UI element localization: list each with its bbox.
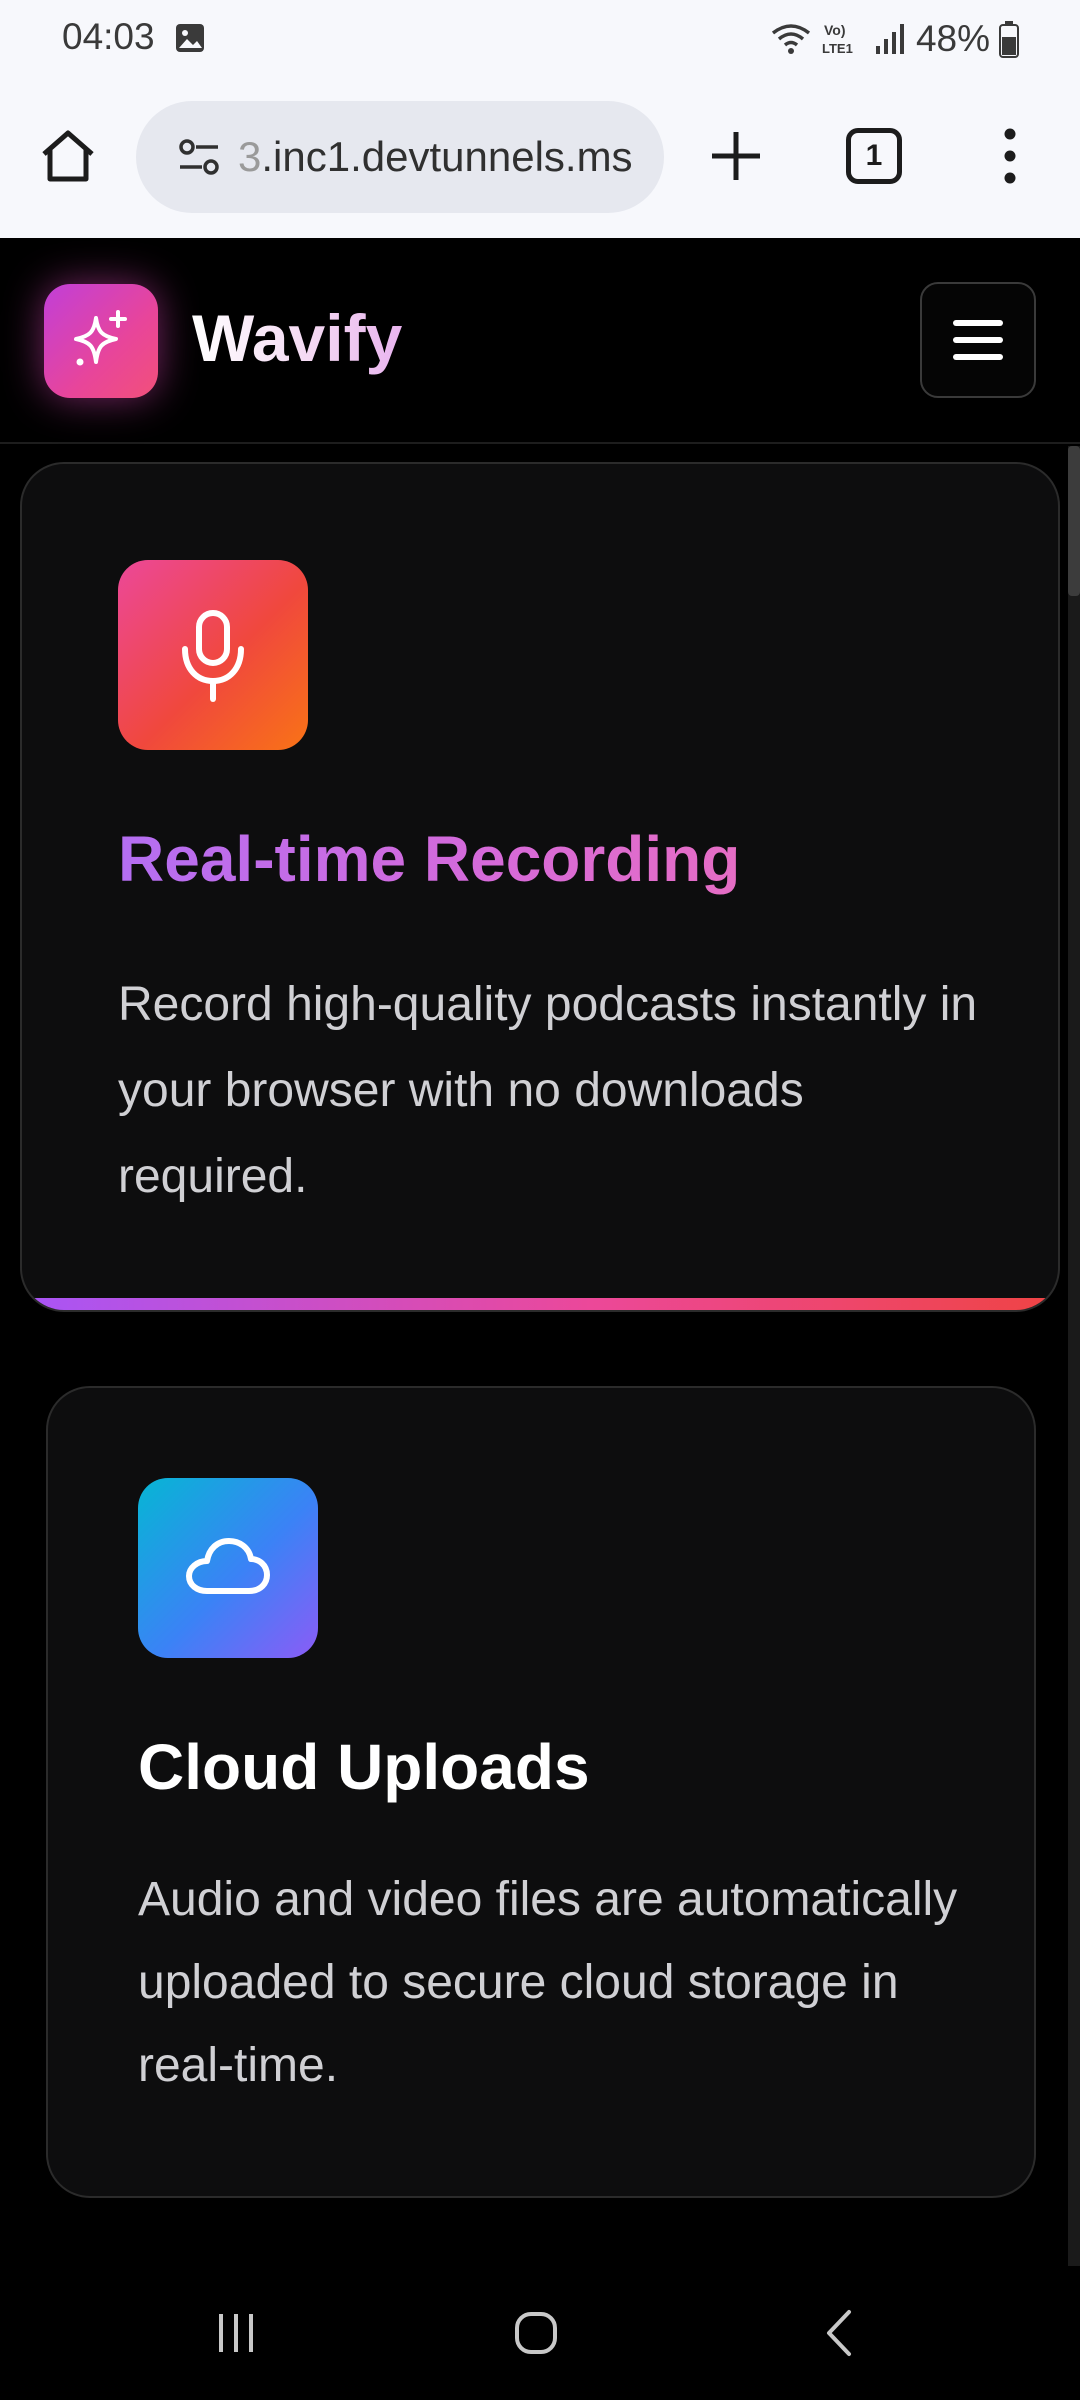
battery-icon [999, 21, 1019, 58]
status-time: 04:03 [62, 16, 155, 57]
url-text[interactable]: 3.inc1.devtunnels.ms [238, 133, 658, 181]
tabs-icon[interactable]: 1 [846, 128, 902, 184]
back-nav-button[interactable] [800, 2300, 880, 2366]
browser-toolbar: 3.inc1.devtunnels.ms 1 [0, 78, 1080, 238]
home-button[interactable] [36, 124, 100, 188]
brand-name[interactable]: Wavify [192, 300, 402, 376]
back-icon [827, 2310, 851, 2356]
battery-percent: 48% [915, 18, 990, 59]
feature-icon-box [118, 560, 308, 750]
hamburger-icon [953, 320, 1003, 326]
url-text-faded: 3 [238, 133, 262, 180]
hamburger-icon-line [953, 337, 1003, 343]
logo[interactable] [44, 284, 158, 398]
feature-card-recording: Real-time Recording Record high-quality … [20, 462, 1060, 1312]
status-icons: Vo) LTE1 48% [770, 14, 1020, 64]
home-nav-button[interactable] [496, 2300, 576, 2366]
feature-title: Cloud Uploads [138, 1731, 590, 1803]
recent-apps-button[interactable] [196, 2300, 276, 2366]
more-vert-icon[interactable] [990, 124, 1030, 188]
cloud-icon [186, 1538, 270, 1594]
feature-card-cloud: Cloud Uploads Audio and video files are … [46, 1386, 1036, 2198]
sparkles-icon [74, 310, 127, 366]
svg-text:LTE1: LTE1 [822, 41, 853, 56]
image-icon [176, 24, 204, 52]
address-bar[interactable]: 3.inc1.devtunnels.ms [136, 101, 664, 213]
feature-title: Real-time Recording [118, 823, 741, 895]
svg-text:Vo): Vo) [824, 22, 846, 38]
system-nav-bar [0, 2266, 1080, 2400]
wifi-icon [771, 24, 811, 54]
scrollbar-thumb[interactable] [1068, 446, 1080, 596]
gradient-underline [22, 1298, 1058, 1310]
site-header: Wavify [0, 238, 1080, 444]
recent-apps-icon [219, 2314, 253, 2352]
feature-icon-box [138, 1478, 318, 1658]
signal-icon [875, 24, 904, 54]
menu-button[interactable] [920, 282, 1036, 398]
home-icon [42, 130, 94, 182]
tab-count: 1 [865, 139, 883, 172]
feature-description: Audio and video files are automatically … [138, 1873, 958, 2092]
url-text-main: .inc1.devtunnels.ms [261, 133, 633, 180]
status-bar: 04:03 Vo) LTE1 48% [0, 0, 1080, 78]
volte-icon: Vo) LTE1 [822, 22, 853, 56]
microphone-icon [182, 610, 244, 702]
site-settings-icon[interactable] [176, 134, 222, 180]
hamburger-icon-line [953, 354, 1003, 360]
scrollbar-track[interactable] [1068, 446, 1080, 2266]
feature-description: Record high-quality podcasts instantly i… [118, 978, 978, 1203]
home-button-icon [515, 2312, 557, 2354]
new-tab-icon[interactable] [704, 124, 768, 188]
